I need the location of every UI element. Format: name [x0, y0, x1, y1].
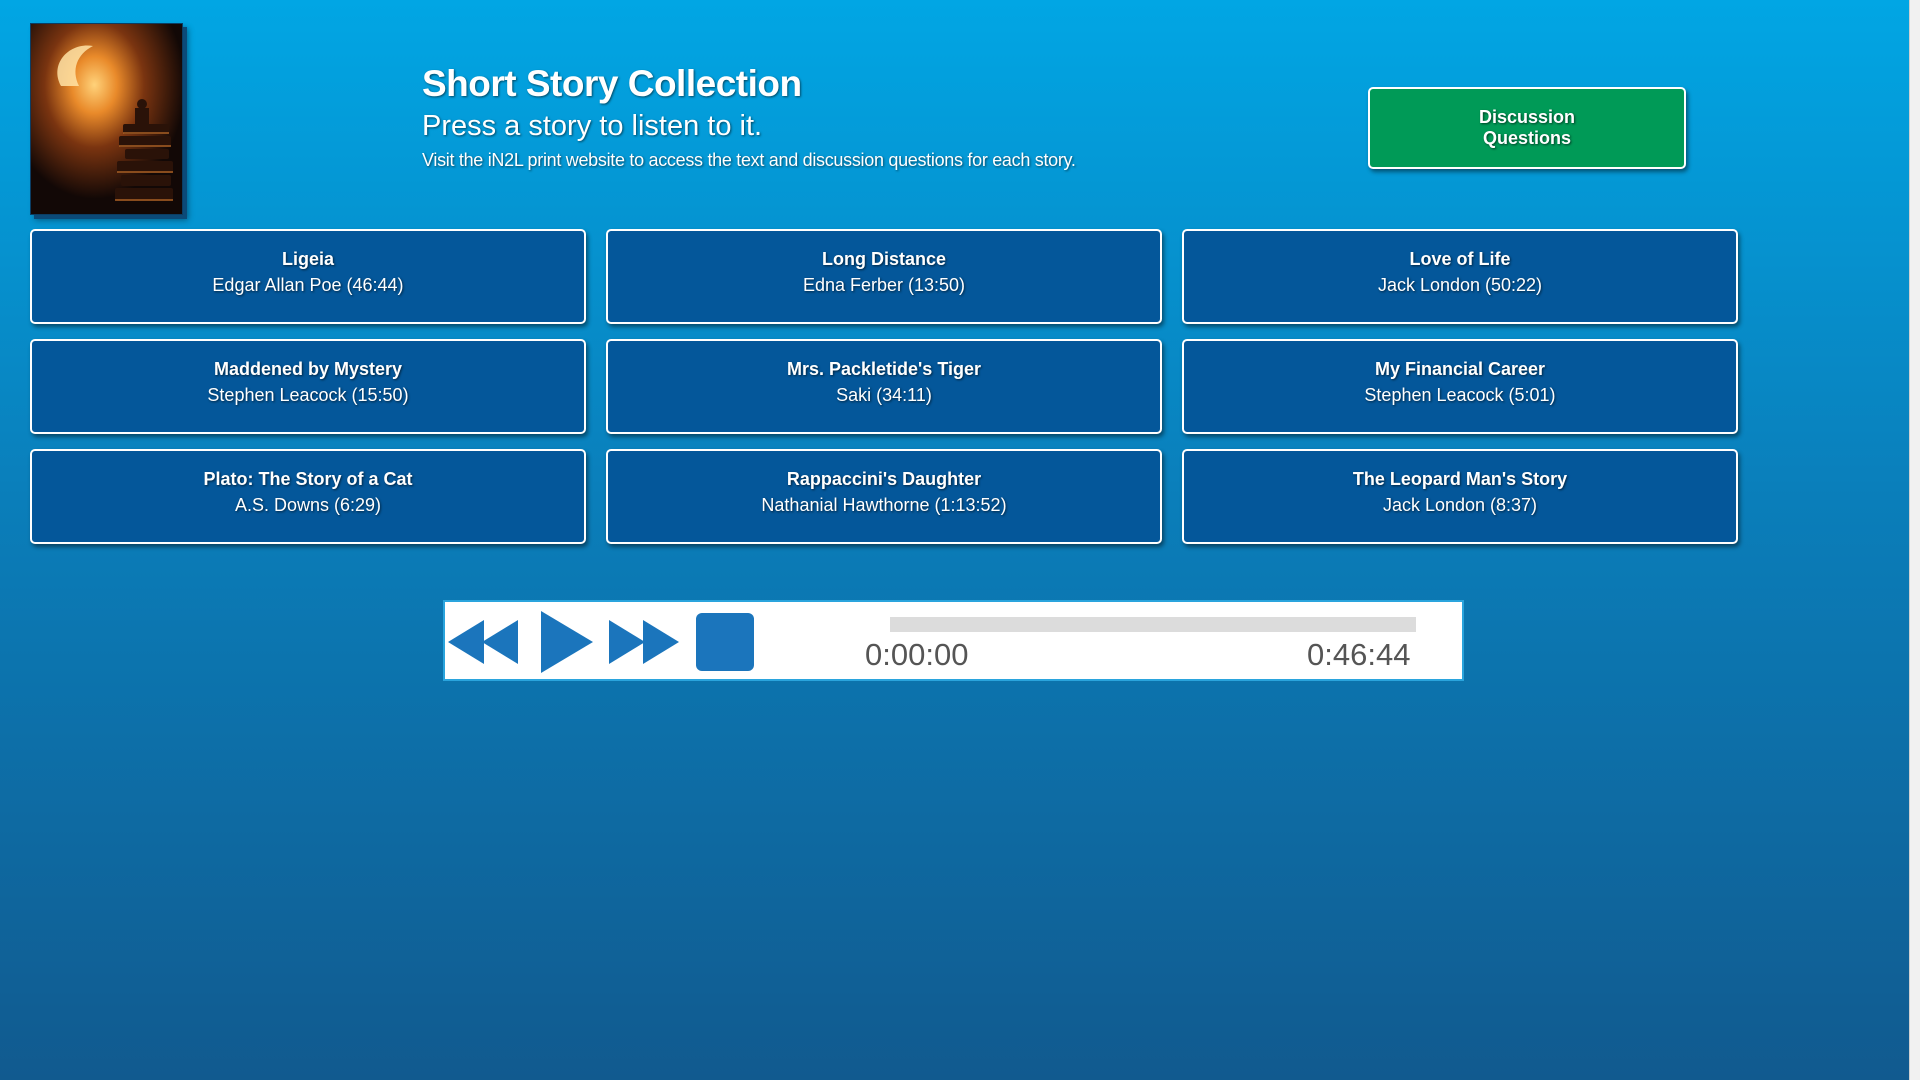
story-author-duration: Edgar Allan Poe (46:44): [212, 275, 404, 295]
play-button[interactable]: [539, 609, 595, 675]
story-author-duration: A.S. Downs (6:29): [234, 495, 382, 515]
story-button-rappaccinis-daughter[interactable]: Rappaccini's Daughter Nathanial Hawthorn…: [606, 449, 1162, 544]
story-title: My Financial Career: [1374, 359, 1546, 379]
story-button-mrs-packletides-tiger[interactable]: Mrs. Packletide's Tiger Saki (34:11): [606, 339, 1162, 434]
story-author-duration: Stephen Leacock (15:50): [207, 385, 409, 405]
story-author-duration: Stephen Leacock (5:01): [1364, 385, 1556, 405]
instruction-note: Visit the iN2L print website to access t…: [422, 150, 1076, 170]
stop-button[interactable]: [695, 612, 755, 672]
fast-forward-button[interactable]: [609, 618, 681, 666]
discussion-questions-button[interactable]: Discussion Questions: [1368, 87, 1686, 169]
story-button-my-financial-career[interactable]: My Financial Career Stephen Leacock (5:0…: [1182, 339, 1738, 434]
story-author-duration: Jack London (50:22): [1377, 275, 1543, 295]
story-button-long-distance[interactable]: Long Distance Edna Ferber (13:50): [606, 229, 1162, 324]
story-title: Mrs. Packletide's Tiger: [786, 359, 982, 379]
fast-forward-icon: [609, 620, 679, 664]
total-time: 0:46:44: [1307, 637, 1411, 672]
story-title: Long Distance: [821, 249, 946, 269]
story-button-plato-the-story-of-a-cat[interactable]: Plato: The Story of a Cat A.S. Downs (6:…: [30, 449, 586, 544]
page-header: Short Story Collection Press a story to …: [422, 62, 1076, 171]
story-button-love-of-life[interactable]: Love of Life Jack London (50:22): [1182, 229, 1738, 324]
story-title: Plato: The Story of a Cat: [203, 469, 413, 489]
page-title: Short Story Collection: [422, 63, 802, 104]
story-author-duration: Nathanial Hawthorne (1:13:52): [761, 495, 1007, 515]
story-author-duration: Edna Ferber (13:50): [802, 275, 966, 295]
story-button-maddened-by-mystery[interactable]: Maddened by Mystery Stephen Leacock (15:…: [30, 339, 586, 434]
rewind-icon: [448, 620, 518, 664]
story-author-duration: Jack London (8:37): [1382, 495, 1538, 515]
stop-icon: [696, 613, 754, 671]
story-author-duration: Saki (34:11): [836, 385, 932, 405]
story-title: Maddened by Mystery: [213, 359, 403, 379]
story-title: Love of Life: [1409, 249, 1511, 269]
story-title: The Leopard Man's Story: [1352, 469, 1568, 489]
progress-bar[interactable]: [890, 617, 1416, 632]
story-title: Ligeia: [281, 249, 334, 269]
current-time: 0:00:00: [865, 637, 969, 672]
play-icon: [541, 611, 593, 673]
discussion-questions-label: Discussion Questions: [1478, 107, 1576, 148]
rewind-button[interactable]: [448, 618, 520, 666]
story-title: Rappaccini's Daughter: [786, 469, 982, 489]
story-button-ligeia[interactable]: Ligeia Edgar Allan Poe (46:44): [30, 229, 586, 324]
page-scrollbar[interactable]: [1909, 0, 1920, 1080]
collection-cover-image: [30, 23, 183, 215]
story-button-the-leopard-mans-story[interactable]: The Leopard Man's Story Jack London (8:3…: [1182, 449, 1738, 544]
audio-player: 0:00:00 0:46:44: [443, 600, 1464, 681]
page-subtitle: Press a story to listen to it.: [422, 110, 763, 142]
